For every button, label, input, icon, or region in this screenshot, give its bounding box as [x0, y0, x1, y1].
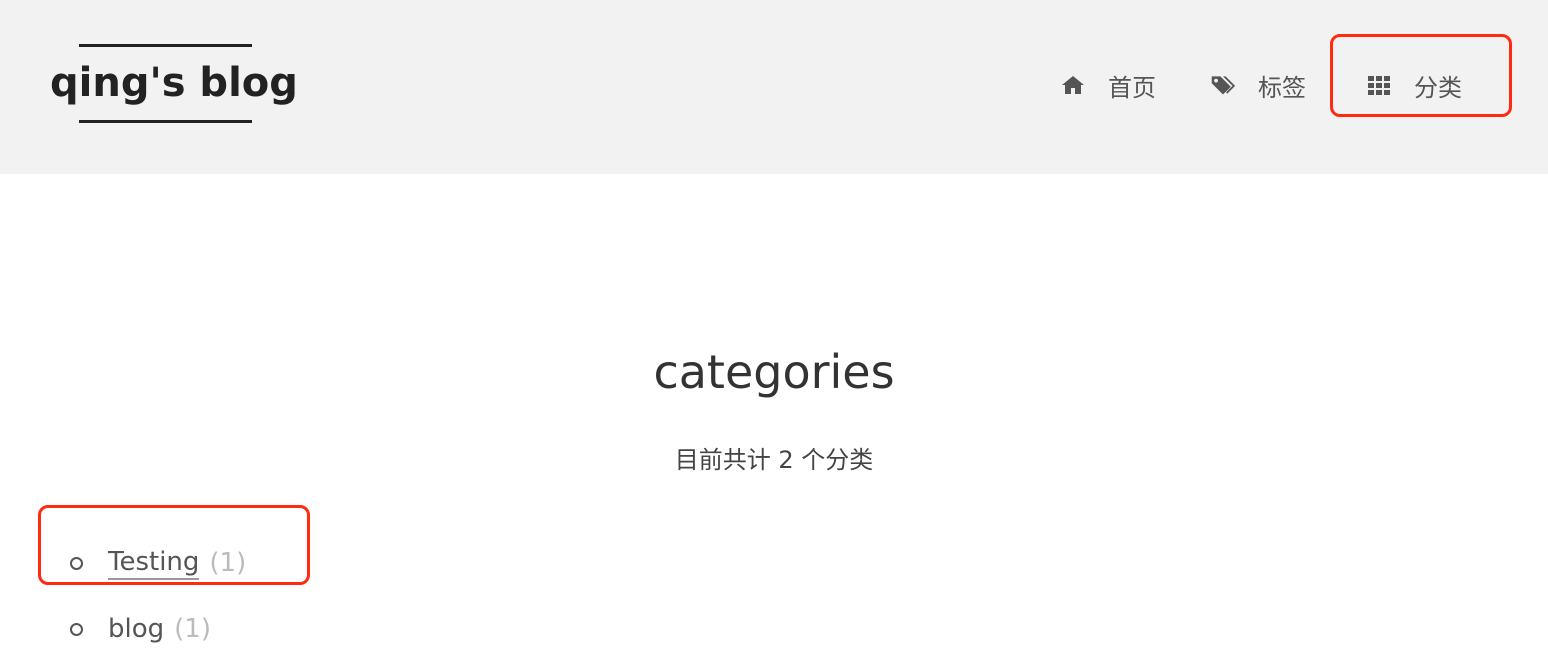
main-nav: 首页 标签 分类 [0, 60, 1548, 110]
list-item: blog (1) [70, 596, 246, 662]
tags-icon [1210, 72, 1236, 98]
page-title: categories [653, 345, 895, 399]
nav-item-tags[interactable]: 标签 [1210, 60, 1306, 110]
nav-item-categories-label: 分类 [1414, 73, 1462, 102]
home-icon [1060, 72, 1086, 98]
category-count: (1) [209, 548, 247, 578]
bullet-icon [70, 556, 83, 570]
category-list: Testing (1) blog (1) [70, 530, 246, 662]
brand-top-line [79, 44, 252, 47]
grid-icon [1366, 72, 1392, 98]
nav-item-home[interactable]: 首页 [1060, 60, 1156, 110]
site-header: qing's blog 首页 标签 分类 [0, 0, 1548, 174]
category-link-testing[interactable]: Testing [108, 547, 200, 580]
nav-item-tags-label: 标签 [1258, 73, 1306, 102]
list-item: Testing (1) [70, 530, 246, 596]
nav-item-categories[interactable]: 分类 [1366, 60, 1462, 110]
bullet-icon [70, 622, 83, 636]
brand-bottom-line [79, 120, 252, 123]
nav-item-home-label: 首页 [1108, 73, 1156, 102]
category-count-text: 目前共计 2 个分类 [674, 446, 874, 474]
